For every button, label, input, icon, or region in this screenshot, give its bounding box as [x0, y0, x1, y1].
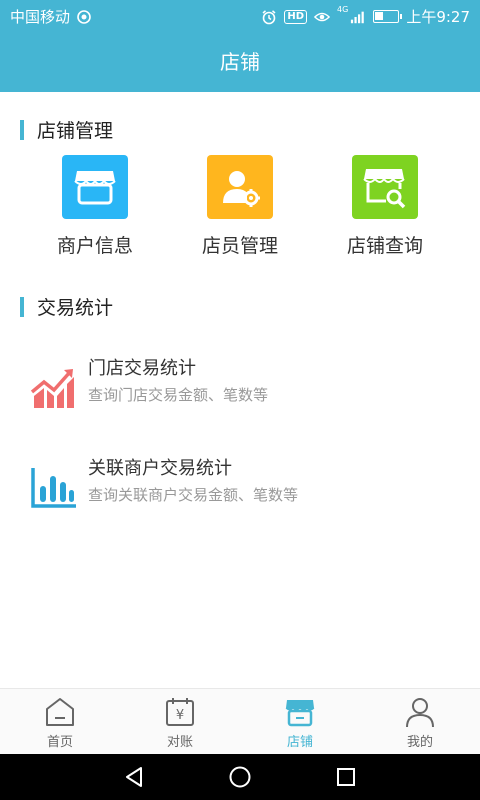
- grid-item-label: 商户信息: [56, 235, 133, 257]
- grid-item-label: 店铺查询: [346, 235, 423, 257]
- grid-item-label: 店员管理: [201, 235, 278, 257]
- section-accent-bar: [20, 296, 24, 317]
- tab-profile[interactable]: 我的: [360, 689, 480, 755]
- merchant-info-button[interactable]: 商户信息: [22, 155, 168, 258]
- clock: 上午9:27: [406, 8, 470, 26]
- store-tab-icon: [285, 700, 315, 727]
- list-item-title: 门店交易统计: [88, 358, 196, 379]
- store-search-icon: [352, 155, 418, 219]
- tab-reconciliation[interactable]: ¥ 对账: [120, 689, 240, 755]
- svg-text:¥: ¥: [176, 708, 184, 723]
- recents-icon[interactable]: [334, 765, 358, 789]
- eye-icon: [314, 12, 331, 21]
- signal-icon: [351, 11, 365, 23]
- clerk-management-button[interactable]: 店员管理: [167, 155, 313, 258]
- hd-badge: HD: [284, 9, 308, 24]
- sync-icon: [77, 9, 91, 24]
- section-store-management: 店铺管理: [20, 116, 113, 143]
- list-item-subtitle: 查询门店交易金额、笔数等: [88, 386, 269, 404]
- tab-label: 店铺: [286, 735, 313, 750]
- trend-chart-icon: [30, 369, 74, 408]
- clerk-settings-icon: [207, 155, 273, 219]
- list-item-title: 关联商户交易统计: [88, 458, 232, 479]
- home-nav-icon[interactable]: [228, 765, 252, 789]
- signal-label: 4G: [337, 5, 349, 14]
- section-transaction-stats: 交易统计: [20, 293, 113, 320]
- section-accent-bar: [20, 119, 24, 140]
- tab-label: 我的: [406, 735, 433, 750]
- store-transaction-stats-item[interactable]: 门店交易统计 查询门店交易金额、笔数等: [0, 348, 480, 428]
- system-nav-bar: [0, 754, 480, 800]
- linked-merchant-transaction-stats-item[interactable]: 关联商户交易统计 查询关联商户交易金额、笔数等: [0, 448, 480, 528]
- tab-label: 首页: [46, 735, 73, 750]
- store-management-grid: 商户信息 店员管理 店铺查询: [0, 155, 480, 260]
- carrier-label: 中国移动: [10, 8, 71, 26]
- status-bar: 中国移动 HD 4G 上午9:27: [0, 0, 480, 32]
- page-title: 店铺: [0, 32, 480, 92]
- section-title-label: 交易统计: [37, 297, 114, 319]
- tab-store[interactable]: 店铺: [240, 689, 360, 755]
- tab-home[interactable]: 首页: [0, 689, 120, 755]
- bar-chart-icon: [31, 468, 76, 508]
- tab-label: 对账: [166, 735, 193, 750]
- store-query-button[interactable]: 店铺查询: [312, 155, 458, 258]
- profile-icon: [406, 698, 434, 728]
- section-title-label: 店铺管理: [37, 120, 114, 142]
- reconciliation-icon: ¥: [166, 698, 194, 726]
- store-icon: [62, 155, 128, 219]
- battery-icon: [373, 10, 403, 23]
- back-icon[interactable]: [122, 765, 146, 789]
- list-item-subtitle: 查询关联商户交易金额、笔数等: [88, 486, 299, 504]
- alarm-icon: [262, 9, 276, 24]
- bottom-tab-bar: 首页 ¥ 对账 店铺 我的: [0, 688, 480, 754]
- home-icon: [46, 698, 74, 726]
